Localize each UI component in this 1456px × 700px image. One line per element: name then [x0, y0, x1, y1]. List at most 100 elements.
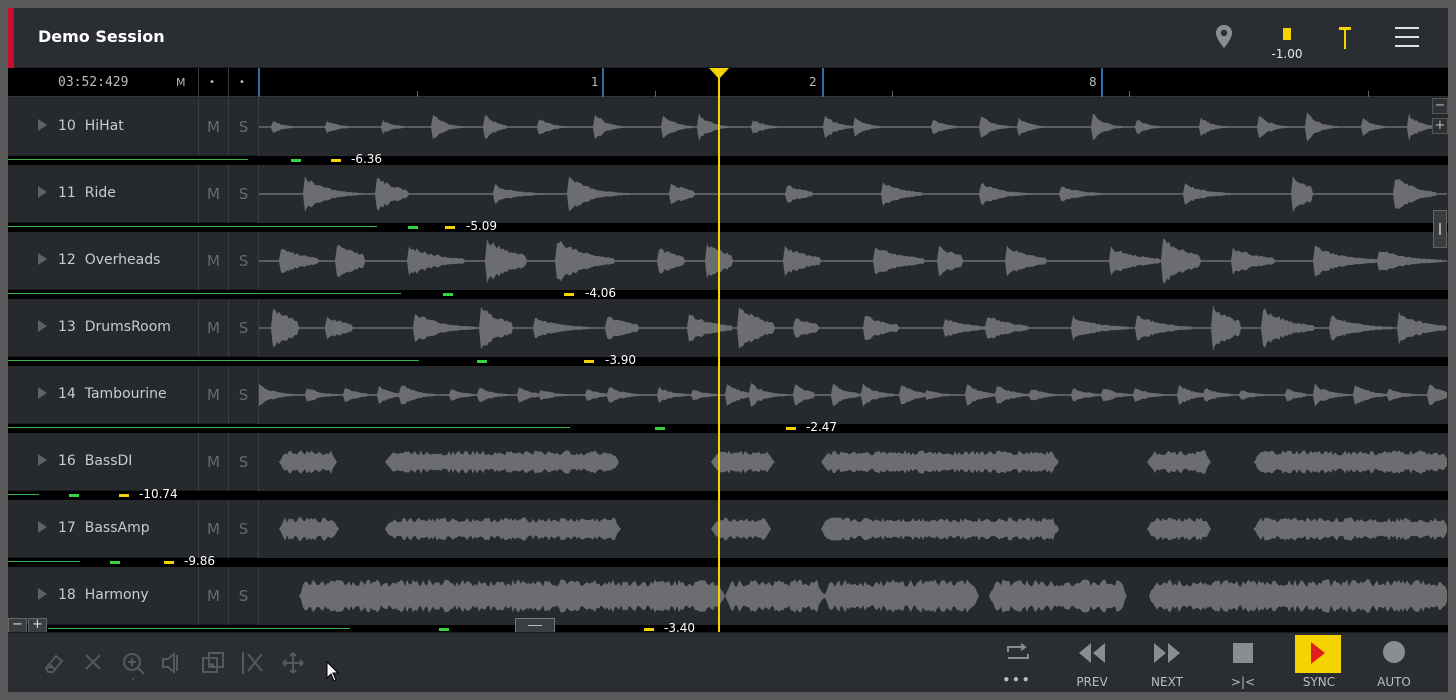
zoom-out-button[interactable]: −	[1432, 98, 1448, 114]
track-expand-icon[interactable]	[38, 186, 47, 198]
session-accent-bar	[8, 8, 14, 68]
solo-button[interactable]: S	[228, 165, 258, 223]
zoom-in-button[interactable]: +	[1432, 118, 1448, 134]
track-lane[interactable]	[258, 165, 1448, 223]
ruler-mute-label[interactable]: M	[176, 76, 186, 89]
track-expand-icon[interactable]	[38, 119, 47, 131]
solo-button[interactable]: S	[228, 299, 258, 357]
track-height-minus-button[interactable]: −	[8, 618, 27, 633]
mute-button[interactable]: M	[198, 366, 228, 424]
mute-button[interactable]: M	[198, 567, 228, 625]
ruler-tick	[892, 91, 893, 97]
track-expand-icon[interactable]	[38, 253, 47, 265]
vertical-scrollbar[interactable]	[1433, 210, 1447, 248]
meter-peak-marker	[564, 293, 574, 296]
meter-green-marker	[439, 628, 449, 631]
solo-button[interactable]: S	[228, 98, 258, 156]
loop-button[interactable]: •••	[989, 633, 1045, 692]
waveform-shape	[259, 517, 1447, 541]
track-lane[interactable]	[258, 232, 1448, 290]
zoom-icon[interactable]	[121, 651, 147, 685]
waveform	[259, 517, 1447, 541]
meter-green-marker	[655, 427, 665, 430]
track-lane[interactable]	[258, 500, 1448, 558]
meter-level	[8, 159, 248, 160]
meter-peak-value: -9.86	[184, 554, 216, 568]
track-height-plus-button[interactable]: +	[28, 618, 47, 633]
track-name: 16 BassDI	[58, 453, 133, 469]
next-label: NEXT	[1151, 675, 1183, 689]
ruler-tick	[417, 91, 418, 97]
eraser-icon[interactable]	[42, 651, 66, 679]
ruler-tick	[1129, 91, 1130, 97]
solo-button[interactable]: S	[228, 433, 258, 491]
stop-button[interactable]: >|<	[1215, 633, 1271, 692]
track-header[interactable]: 13 DrumsRoom M S	[8, 299, 258, 357]
ruler-bar-line	[822, 68, 824, 97]
track-row: 12 Overheads M S -4.06	[8, 232, 1448, 300]
track-expand-icon[interactable]	[38, 320, 47, 332]
track-name: 12 Overheads	[58, 252, 161, 268]
track-header[interactable]: 14 Tambourine M S	[8, 366, 258, 424]
horizontal-scrollbar[interactable]	[515, 618, 555, 633]
more-options-label[interactable]: •••	[989, 673, 1045, 687]
duplicate-icon[interactable]	[201, 651, 225, 679]
mute-button[interactable]: M	[198, 165, 228, 223]
mute-button[interactable]: M	[198, 500, 228, 558]
track-expand-icon[interactable]	[38, 588, 47, 600]
track-expand-icon[interactable]	[38, 387, 47, 399]
track-header[interactable]: 11 Ride M S	[8, 165, 258, 223]
meter-peak-value: -2.47	[806, 420, 838, 434]
meter-peak-marker	[644, 628, 654, 631]
track-lane[interactable]	[258, 567, 1448, 625]
next-button[interactable]: NEXT	[1139, 633, 1195, 692]
ruler-dot-1[interactable]: •	[209, 77, 215, 88]
track-row: 18 Harmony M S -3.40	[8, 567, 1448, 635]
playhead[interactable]	[718, 78, 720, 632]
solo-button[interactable]: S	[228, 366, 258, 424]
sync-play-button[interactable]: SYNC	[1291, 633, 1347, 692]
track-header[interactable]: 17 BassAmp M S	[8, 500, 258, 558]
ruler-bar-line	[1101, 68, 1103, 97]
location-pin-icon[interactable]	[1214, 24, 1234, 54]
waveform	[259, 383, 1447, 407]
close-icon[interactable]	[82, 651, 104, 677]
track-header[interactable]: 10 HiHat M S	[8, 98, 258, 156]
daw-window: Demo Session -1.00 03:52:429 M • • 1 2 8…	[8, 8, 1448, 692]
master-level-meter[interactable]: -1.00	[1270, 26, 1304, 66]
hamburger-menu-icon[interactable]	[1394, 24, 1420, 54]
meter-peak-marker	[119, 494, 129, 497]
ruler-dot-2[interactable]: •	[239, 77, 245, 88]
audition-icon[interactable]	[160, 651, 186, 679]
track-lane[interactable]	[258, 433, 1448, 491]
track-header[interactable]: 18 Harmony M S	[8, 567, 258, 625]
scissors-icon[interactable]	[241, 651, 265, 679]
rewind-icon	[1079, 643, 1105, 663]
track-lane[interactable]	[258, 98, 1448, 156]
track-lane[interactable]	[258, 366, 1448, 424]
solo-button[interactable]: S	[228, 500, 258, 558]
mute-button[interactable]: M	[198, 232, 228, 290]
ruler-bar-label: 2	[809, 75, 817, 89]
track-expand-icon[interactable]	[38, 454, 47, 466]
track-header[interactable]: 12 Overheads M S	[8, 232, 258, 290]
auto-button[interactable]: AUTO	[1366, 633, 1422, 692]
track-lane[interactable]	[258, 299, 1448, 357]
timeline-ruler[interactable]: 1 2 8	[258, 68, 1448, 97]
solo-button[interactable]: S	[228, 567, 258, 625]
waveform	[259, 450, 1447, 474]
meter-peak-value: -4.06	[585, 286, 617, 300]
ruler-bar-label: 1	[591, 75, 599, 89]
mute-button[interactable]: M	[198, 433, 228, 491]
ruler-bar-label: 8	[1089, 75, 1097, 89]
mouse-pointer-icon	[326, 660, 340, 687]
track-expand-icon[interactable]	[38, 521, 47, 533]
mute-button[interactable]: M	[198, 299, 228, 357]
move-icon[interactable]	[281, 651, 305, 679]
mute-button[interactable]: M	[198, 98, 228, 156]
track-header[interactable]: 16 BassDI M S	[8, 433, 258, 491]
track-row: 11 Ride M S -5.09	[8, 165, 1448, 233]
prev-button[interactable]: PREV	[1064, 633, 1120, 692]
solo-button[interactable]: S	[228, 232, 258, 290]
marker-icon[interactable]	[1338, 26, 1352, 54]
